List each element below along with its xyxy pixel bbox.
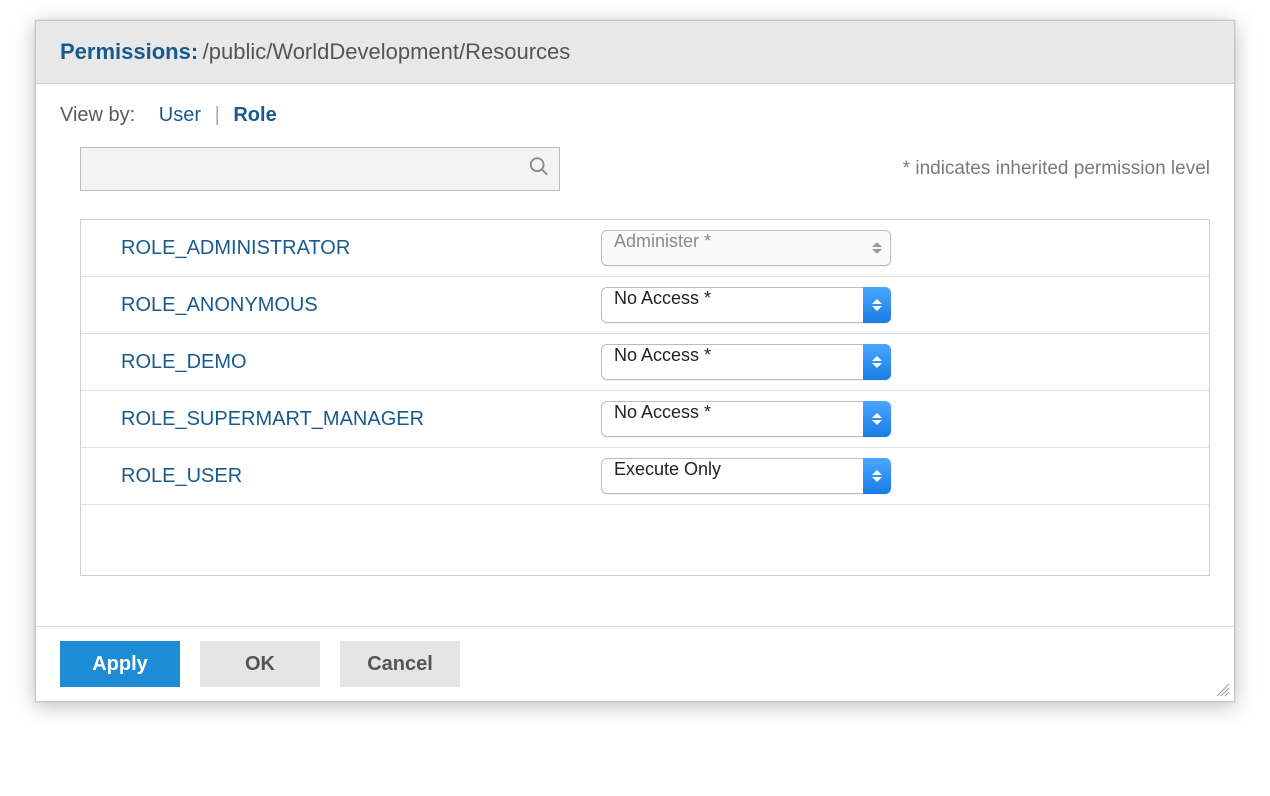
permission-select[interactable]: Execute Only [601,458,891,494]
dialog-body: View by: User | Role * indicates inherit… [36,84,1234,626]
table-row: ROLE_SUPERMART_MANAGER No Access * [81,391,1209,448]
dialog-header: Permissions: /public/WorldDevelopment/Re… [36,21,1234,84]
role-name: ROLE_USER [121,465,601,488]
table-row: ROLE_DEMO No Access * [81,334,1209,391]
table-row: ROLE_USER Execute Only [81,448,1209,505]
tab-role[interactable]: Role [227,104,282,126]
roles-table: ROLE_ADMINISTRATOR Administer * ROLE_ANO… [80,219,1210,576]
permission-select[interactable]: No Access * [601,287,891,323]
dialog-title-label: Permissions: [60,39,198,64]
permission-select-wrap: No Access * [601,344,891,380]
resize-handle-icon[interactable] [1214,681,1230,697]
inherited-legend: * indicates inherited permission level [903,158,1210,180]
role-name: ROLE_ADMINISTRATOR [121,237,601,260]
dialog-footer: Apply OK Cancel [36,626,1234,701]
table-row: ROLE_ANONYMOUS No Access * [81,277,1209,334]
role-name: ROLE_ANONYMOUS [121,294,601,317]
search-legend-row: * indicates inherited permission level [60,147,1210,191]
permission-select-wrap: No Access * [601,287,891,323]
ok-button[interactable]: OK [200,641,320,687]
search-wrap [80,147,560,191]
cancel-button[interactable]: Cancel [340,641,460,687]
apply-button[interactable]: Apply [60,641,180,687]
role-name: ROLE_SUPERMART_MANAGER [121,408,601,431]
table-filler [81,505,1209,575]
table-row: ROLE_ADMINISTRATOR Administer * [81,220,1209,277]
permission-select: Administer * [601,230,891,266]
permissions-dialog: Permissions: /public/WorldDevelopment/Re… [35,20,1235,702]
tab-separator: | [215,104,220,126]
permission-select[interactable]: No Access * [601,344,891,380]
permission-select[interactable]: No Access * [601,401,891,437]
search-input[interactable] [80,147,560,191]
dialog-title-path: /public/WorldDevelopment/Resources [203,39,571,64]
permission-select-wrap: No Access * [601,401,891,437]
permission-select-wrap: Execute Only [601,458,891,494]
viewby-row: View by: User | Role [60,104,1210,127]
viewby-label: View by: [60,104,135,126]
role-name: ROLE_DEMO [121,351,601,374]
tab-user[interactable]: User [153,104,207,126]
permission-select-wrap: Administer * [601,230,891,266]
